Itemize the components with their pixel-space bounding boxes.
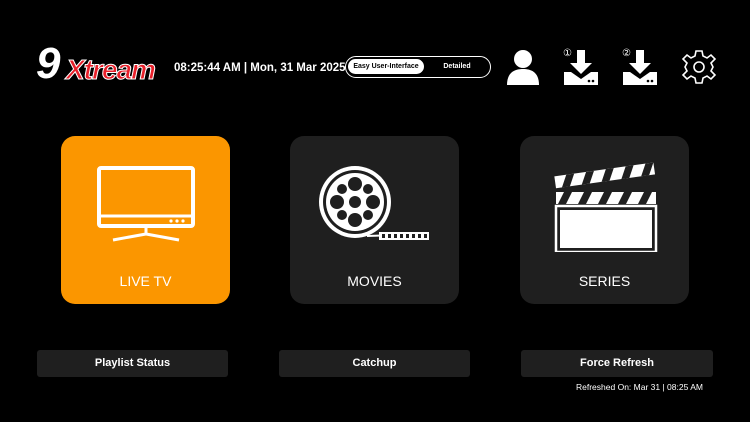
tile-label: MOVIES [347, 273, 402, 289]
easy-ui-option[interactable]: Easy User-Interface [348, 59, 424, 74]
refreshed-status: Refreshed On: Mar 31 | 08:25 AM [576, 382, 703, 392]
app-logo: 9 Xtream [36, 42, 168, 90]
tile-movies[interactable]: MOVIES [290, 136, 459, 304]
logo-xtream: Xtream [66, 54, 157, 85]
catchup-button[interactable]: Catchup [279, 350, 470, 377]
download-2-button[interactable]: ② [622, 48, 658, 86]
current-datetime: 08:25:44 AM | Mon, 31 Mar 2025 [174, 62, 346, 74]
film-reel-icon [290, 162, 459, 246]
tile-series[interactable]: SERIES [520, 136, 689, 304]
clapperboard-icon [520, 162, 689, 252]
gear-icon[interactable] [681, 48, 717, 86]
tv-icon [61, 162, 230, 246]
download-1-button[interactable]: ① [563, 48, 599, 86]
download-1-badge: ① [563, 48, 572, 59]
logo-nine: 9 [36, 39, 61, 88]
tile-label: SERIES [578, 273, 631, 289]
playlist-status-button[interactable]: Playlist Status [37, 350, 228, 377]
force-refresh-button[interactable]: Force Refresh [521, 350, 713, 377]
tile-live-tv[interactable]: LIVE TV [61, 136, 230, 304]
detailed-option[interactable]: Detailed [426, 59, 488, 74]
download-2-badge: ② [622, 48, 631, 59]
user-icon[interactable] [505, 48, 541, 86]
tile-label: LIVE TV [119, 273, 172, 289]
ui-mode-toggle[interactable]: Easy User-Interface Detailed [345, 56, 491, 78]
